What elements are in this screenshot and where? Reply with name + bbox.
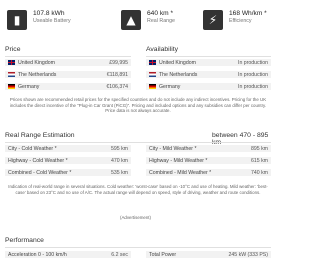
range-value: 740 km [250,169,268,176]
country-label: United Kingdom [159,59,196,66]
range-row-cold: City - Cold Weather * 595 km [5,145,131,152]
range-value: 470 km [110,157,128,164]
de-flag-icon [8,84,15,89]
range-label: City - Mild Weather * [149,145,197,152]
price-value: £99,995 [109,59,128,66]
country-label: The Netherlands [18,71,57,78]
availability-value: In production [238,71,268,78]
price-row: The Netherlands €118,891 [5,71,131,78]
performance-value: 245 kW (333 PS) [228,251,269,258]
availability-heading: Availability [146,46,178,53]
nl-flag-icon [149,72,156,77]
range-row-cold: Highway - Cold Weather * 470 km [5,157,131,164]
range-label: Combined - Cold Weather * [8,169,72,176]
performance-row: Total Power 245 kW (333 PS) [146,251,271,258]
range-row-cold: Combined - Cold Weather * 535 km [5,169,131,176]
stat-battery: ▮ 107.8 kWh Useable Battery [7,10,71,34]
availability-row: The Netherlands In production [146,71,271,78]
stat-label: Useable Battery [33,18,71,24]
range-label: Combined - Mild Weather * [149,169,212,176]
range-row-mild: Highway - Mild Weather * 615 km [146,157,271,164]
range-summary: between 470 - 895 km [212,132,269,146]
availability-value: In production [238,59,268,66]
divider [146,56,271,57]
performance-label: Acceleration 0 - 100 km/h [8,251,67,258]
country-label: Germany [18,83,40,90]
range-row-mild: Combined - Mild Weather * 740 km [146,169,271,176]
uk-flag-icon [8,60,15,65]
availability-value: In production [238,83,268,90]
uk-flag-icon [149,60,156,65]
road-icon: ▲ [121,10,141,30]
performance-row: Acceleration 0 - 100 km/h 6.2 sec [5,251,131,258]
divider [5,247,271,248]
stat-value: 107.8 kWh [33,10,65,17]
price-value: €118,891 [106,71,128,78]
price-heading: Price [5,46,21,53]
stat-label: Real Range [147,18,175,24]
advertisement-label: (Advertisement) [120,215,151,220]
range-disclaimer: Indication of real-world range in severa… [8,184,268,195]
range-value: 615 km [250,157,268,164]
range-label: Highway - Mild Weather * [149,157,208,164]
nl-flag-icon [8,72,15,77]
stat-value: 168 Wh/km * [229,10,267,17]
bolt-icon: ⚡ [203,10,223,30]
range-value: 895 km [250,145,268,152]
country-label: United Kingdom [18,59,55,66]
de-flag-icon [149,84,156,89]
divider [5,56,131,57]
availability-row: United Kingdom In production [146,59,271,66]
performance-value: 6.2 sec [111,251,128,258]
stat-efficiency: ⚡ 168 Wh/km * Efficiency [203,10,267,34]
availability-row: Germany In production [146,83,271,90]
range-row-mild: City - Mild Weather * 895 km [146,145,271,152]
range-value: 535 km [110,169,128,176]
stat-range: ▲ 640 km * Real Range [121,10,175,34]
price-value: €106,374 [106,83,128,90]
divider [5,142,271,143]
price-disclaimer: Prices shown are recommended retail pric… [9,97,267,114]
price-row: United Kingdom £99,995 [5,59,131,66]
range-label: City - Cold Weather * [8,145,57,152]
performance-heading: Performance [5,237,44,244]
performance-label: Total Power [149,251,177,258]
price-row: Germany €106,374 [5,83,131,90]
range-heading: Real Range Estimation [5,132,75,139]
country-label: Germany [159,83,181,90]
stat-value: 640 km * [147,10,174,17]
range-value: 595 km [110,145,128,152]
stat-label: Efficiency [229,18,252,24]
range-label: Highway - Cold Weather * [8,157,68,164]
battery-icon: ▮ [7,10,27,30]
country-label: The Netherlands [159,71,198,78]
